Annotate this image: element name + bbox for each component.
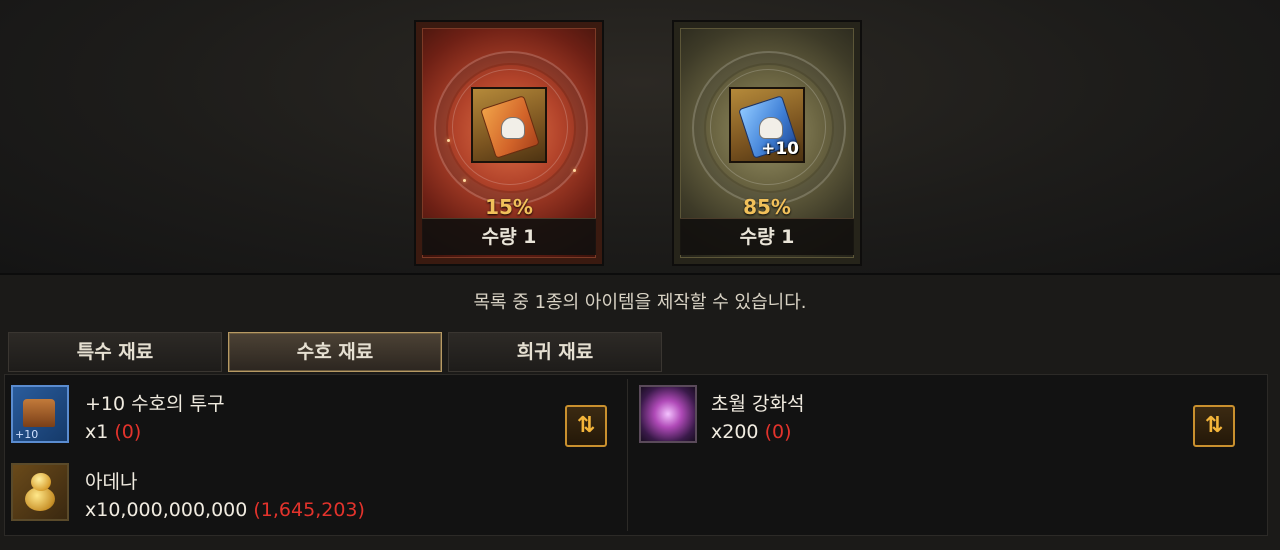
material-name: 초월 강화석 <box>711 393 805 415</box>
enchant-badge: +10 <box>15 428 39 441</box>
result-area-background <box>0 0 1280 275</box>
swap-material-button[interactable]: ⇅ <box>1193 405 1235 447</box>
required-amount: x200 <box>711 421 759 443</box>
material-count: x1 (0) <box>85 421 141 443</box>
success-percent: 85% <box>743 195 791 219</box>
swap-arrows-icon: ⇅ <box>576 413 596 438</box>
panel-divider <box>627 379 628 531</box>
helm-icon <box>501 117 525 139</box>
tab-guardian-materials[interactable]: 수호 재료 <box>228 332 442 372</box>
required-amount: x10,000,000,000 <box>85 499 248 521</box>
owned-amount: (0) <box>764 421 792 443</box>
required-amount: x1 <box>85 421 109 443</box>
owned-amount: (1,645,203) <box>253 499 365 521</box>
coins-shape <box>31 473 51 491</box>
owned-amount: (0) <box>114 421 142 443</box>
guardian-helm-icon[interactable]: +10 <box>11 385 69 443</box>
material-name: 아데나 <box>85 471 138 493</box>
helm-icon <box>759 117 783 139</box>
success-percent: 15% <box>485 195 533 219</box>
enchant-badge: +10 <box>761 139 799 159</box>
result-card-gold[interactable]: +10 85% 수량 1 <box>672 20 862 266</box>
red-helm-scroll-icon[interactable] <box>471 87 547 163</box>
adena-coins-icon[interactable] <box>11 463 69 521</box>
result-card-red[interactable]: 15% 수량 1 <box>414 20 604 266</box>
material-count: x200 (0) <box>711 421 791 443</box>
quantity-label: 수량 1 <box>422 218 596 255</box>
swap-arrows-icon: ⇅ <box>1204 413 1224 438</box>
helm-shape <box>23 399 55 427</box>
transcendence-stone-icon[interactable] <box>639 385 697 443</box>
quantity-label: 수량 1 <box>680 218 854 255</box>
craft-info-message: 목록 중 1종의 아이템을 제작할 수 있습니다. <box>473 292 807 313</box>
material-panel: +10 +10 수호의 투구 x1 (0) ⇅ 아데나 x10,000,000,… <box>4 374 1268 536</box>
material-count: x10,000,000,000 (1,645,203) <box>85 499 365 521</box>
sparkle-icon <box>573 169 576 172</box>
blue-helm-scroll-icon[interactable]: +10 <box>729 87 805 163</box>
swap-material-button[interactable]: ⇅ <box>565 405 607 447</box>
tab-rare-materials[interactable]: 희귀 재료 <box>448 332 662 372</box>
sparkle-icon <box>447 139 450 142</box>
material-name: +10 수호의 투구 <box>85 393 225 415</box>
tab-special-materials[interactable]: 특수 재료 <box>8 332 222 372</box>
sparkle-icon <box>463 179 466 182</box>
